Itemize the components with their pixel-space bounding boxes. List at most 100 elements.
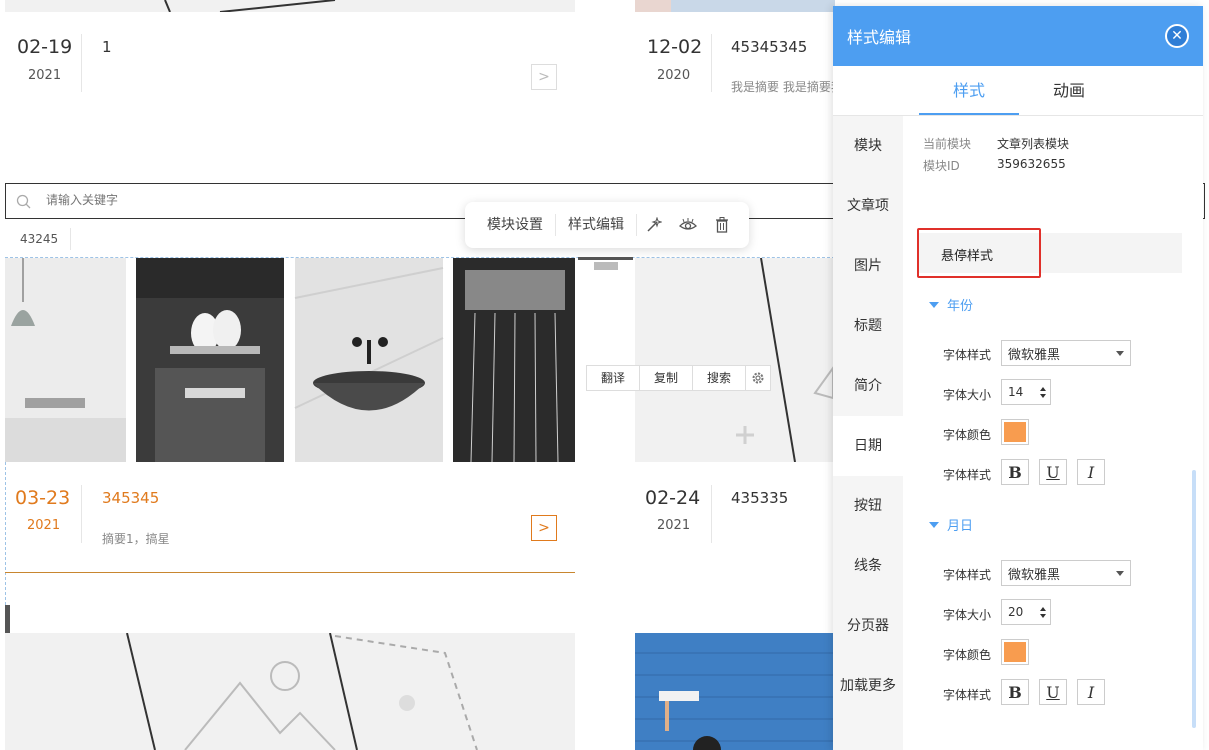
article-title[interactable]: 1 <box>102 38 112 56</box>
image-action-bar: 翻译 复制 搜索 <box>586 365 772 391</box>
article-item[interactable]: 02-19 2021 1 > <box>5 30 575 100</box>
image-search-button[interactable]: 搜索 <box>693 366 747 390</box>
panel-tabs: 样式 动画 <box>833 66 1203 116</box>
article-year: 2021 <box>28 68 62 83</box>
bold-button[interactable]: B <box>1001 679 1029 705</box>
day-font-select[interactable]: 微软雅黑 <box>1001 560 1131 586</box>
article-day: 12-02 <box>647 36 703 58</box>
font-format-label: 字体样式 <box>943 688 992 702</box>
translate-button[interactable]: 翻译 <box>587 366 641 390</box>
search-input[interactable] <box>46 193 346 207</box>
trash-icon[interactable] <box>705 214 739 236</box>
year-section-toggle[interactable]: 年份 <box>929 295 973 314</box>
year-font-size-stepper[interactable]: 14 <box>1001 379 1051 405</box>
tab-animation[interactable]: 动画 <box>1019 66 1119 115</box>
font-style-label: 字体样式 <box>943 348 992 362</box>
panel-title: 样式编辑 <box>847 28 912 47</box>
font-size-label: 字体大小 <box>943 608 992 622</box>
chevron-down-icon <box>1116 350 1124 356</box>
article-arrow-button[interactable]: > <box>531 64 557 90</box>
panel-scrollbar[interactable] <box>1192 470 1196 728</box>
nav-item-button[interactable]: 按钮 <box>833 476 903 536</box>
nav-item-module[interactable]: 模块 <box>833 116 903 176</box>
font-color-label: 字体颜色 <box>943 648 992 662</box>
article-image-6 <box>635 633 833 750</box>
article-item[interactable]: 12-02 2020 45345345 我是摘要 我是摘要我 <box>635 30 833 100</box>
article-item[interactable]: 02-24 2021 435335 <box>635 475 833 573</box>
article-year: 2020 <box>657 68 691 83</box>
panel-side-nav: 模块 文章项 图片 标题 简介 日期 按钮 线条 分页器 加载更多 <box>833 116 903 750</box>
drag-handle-grip <box>594 262 618 270</box>
article-title[interactable]: 345345 <box>102 489 159 507</box>
underline-button[interactable]: U <box>1039 459 1067 485</box>
day-format-buttons: B U I <box>1001 679 1115 705</box>
year-font-size-value: 14 <box>1008 385 1024 399</box>
current-module-label: 当前模块 <box>923 137 972 151</box>
bold-button[interactable]: B <box>1001 459 1029 485</box>
stepper-arrows-icon[interactable] <box>1040 606 1046 618</box>
article-year: 2021 <box>27 518 61 533</box>
italic-button[interactable]: I <box>1077 459 1105 485</box>
nav-item-image[interactable]: 图片 <box>833 236 903 296</box>
article-day: 03-23 <box>15 487 71 509</box>
article-image-4 <box>635 258 833 462</box>
tab-style[interactable]: 样式 <box>919 66 1019 115</box>
tag-divider <box>70 228 71 250</box>
nav-item-date[interactable]: 日期 <box>833 416 903 476</box>
year-section-title: 年份 <box>947 299 974 314</box>
article-image-1 <box>5 0 575 12</box>
year-font-select[interactable]: 微软雅黑 <box>1001 340 1131 366</box>
nav-item-title[interactable]: 标题 <box>833 296 903 356</box>
font-size-label: 字体大小 <box>943 388 992 402</box>
article-title[interactable]: 435335 <box>731 489 788 507</box>
style-editor-panel: 样式编辑 ✕ 样式 动画 模块 文章项 图片 标题 简介 日期 按钮 线条 分页… <box>833 6 1203 750</box>
article-summary: 我是摘要 我是摘要我 <box>731 80 833 94</box>
nav-item-article[interactable]: 文章项 <box>833 176 903 236</box>
article-year: 2021 <box>657 518 691 533</box>
close-icon[interactable]: ✕ <box>1165 24 1189 48</box>
module-settings-button[interactable]: 模块设置 <box>475 214 556 236</box>
article-image-3 <box>5 258 575 462</box>
day-section-title: 月日 <box>947 519 974 534</box>
nav-item-load-more[interactable]: 加载更多 <box>833 656 903 716</box>
day-font-color-swatch[interactable] <box>1001 639 1029 665</box>
eye-icon[interactable] <box>671 214 705 236</box>
underline-button[interactable]: U <box>1039 679 1067 705</box>
magic-wand-icon[interactable] <box>637 214 671 236</box>
font-format-label: 字体样式 <box>943 468 992 482</box>
year-font-color-swatch[interactable] <box>1001 419 1029 445</box>
day-font-size-value: 20 <box>1008 605 1024 619</box>
article-day: 02-24 <box>645 487 701 509</box>
module-id-value: 359632655 <box>997 157 1066 171</box>
collapse-triangle-icon <box>929 521 939 528</box>
module-id-label: 模块ID <box>923 159 960 173</box>
day-section-toggle[interactable]: 月日 <box>929 515 973 534</box>
date-divider <box>81 34 82 92</box>
article-image-2 <box>635 0 835 12</box>
tag-item[interactable]: 43245 <box>20 232 58 246</box>
nav-item-summary[interactable]: 简介 <box>833 356 903 416</box>
panel-header: 样式编辑 ✕ <box>833 6 1203 66</box>
nav-item-pager[interactable]: 分页器 <box>833 596 903 656</box>
day-font-size-stepper[interactable]: 20 <box>1001 599 1051 625</box>
italic-button[interactable]: I <box>1077 679 1105 705</box>
article-arrow-button[interactable]: > <box>531 515 557 541</box>
year-format-buttons: B U I <box>1001 459 1115 485</box>
nav-item-line[interactable]: 线条 <box>833 536 903 596</box>
search-icon <box>16 194 31 209</box>
color-fill <box>1004 642 1026 662</box>
article-image-5 <box>5 633 575 750</box>
article-title[interactable]: 45345345 <box>731 38 807 56</box>
gear-icon[interactable] <box>746 366 770 390</box>
hover-style-label[interactable]: 悬停样式 <box>941 245 993 264</box>
date-divider <box>711 34 712 92</box>
stepper-arrows-icon[interactable] <box>1040 386 1046 398</box>
current-module-value: 文章列表模块 <box>997 137 1070 151</box>
article-item-hovered[interactable]: 03-23 2021 345345 摘要1，搞星 > <box>5 475 575 573</box>
copy-button[interactable]: 复制 <box>640 366 694 390</box>
collapse-triangle-icon <box>929 301 939 308</box>
font-color-label: 字体颜色 <box>943 428 992 442</box>
style-edit-button[interactable]: 样式编辑 <box>556 214 637 236</box>
drag-handle[interactable] <box>578 257 633 260</box>
font-style-label: 字体样式 <box>943 568 992 582</box>
